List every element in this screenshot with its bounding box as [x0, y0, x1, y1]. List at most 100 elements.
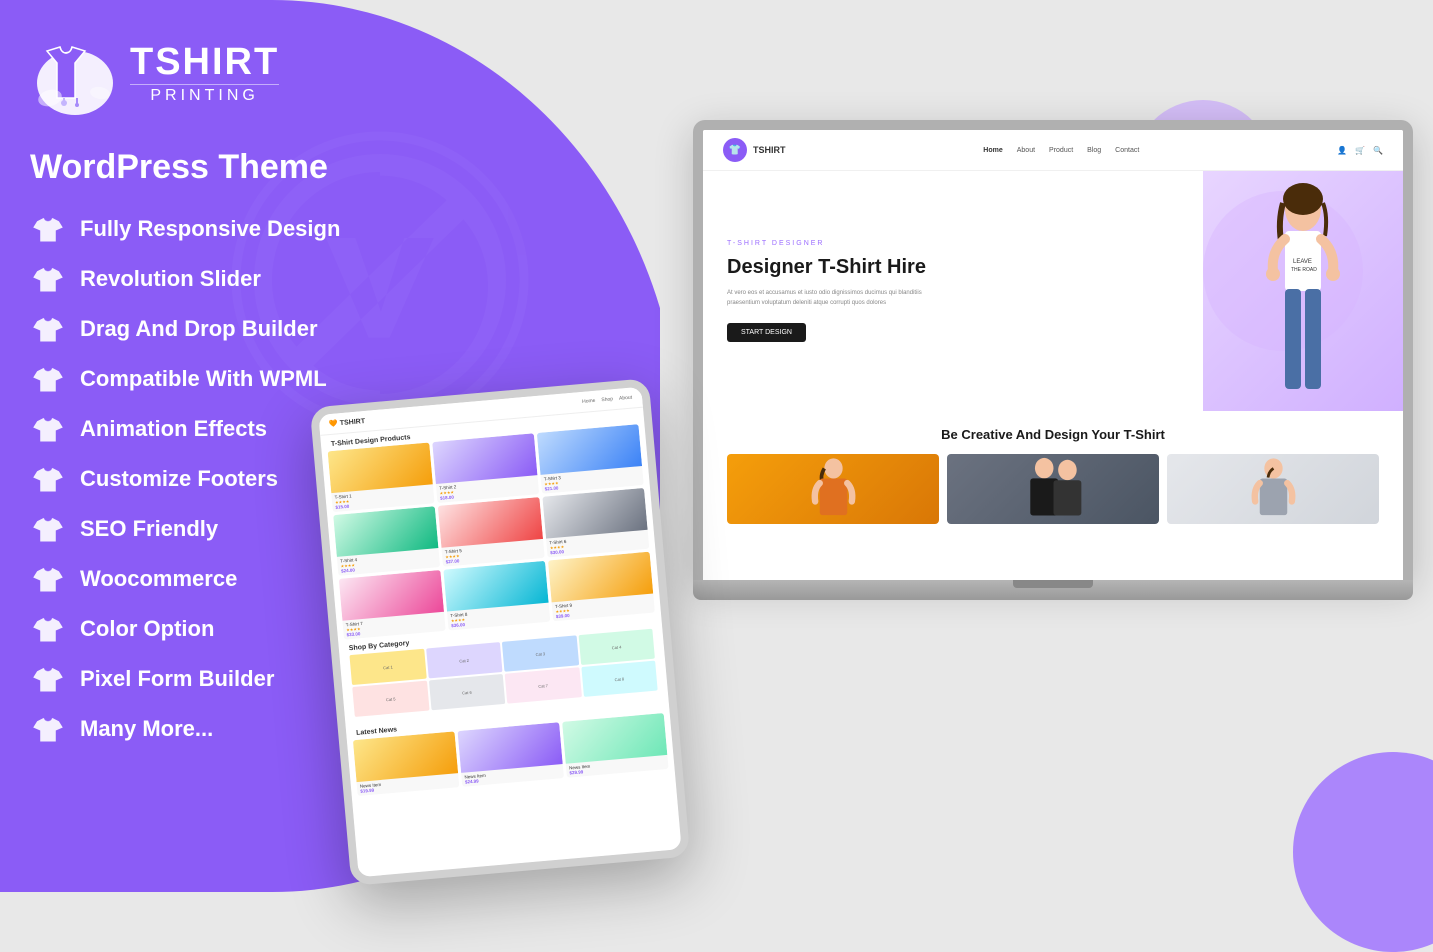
laptop-logo-icon: 👕	[723, 138, 747, 162]
laptop-hero-content: T-SHIRT DESIGNER Designer T-Shirt Hire A…	[703, 171, 1203, 411]
tablet-product-6: T-Shirt 7 ★★★★ $33.00	[339, 570, 446, 640]
tablet-product-1: T-Shirt 2 ★★★★ $18.00	[432, 433, 539, 503]
tablet-product-7: T-Shirt 8 ★★★★ $36.00	[443, 561, 550, 631]
feature-item-pixel: Pixel Form Builder	[30, 655, 340, 703]
feature-tshirt-icon-color	[30, 611, 66, 647]
news-card-3: News Item $29.99	[562, 713, 668, 778]
tablet-cat-3: Cat 4	[578, 629, 655, 665]
wp-theme-heading: WordPress Theme	[30, 148, 328, 187]
cart-icon: 🛒	[1355, 146, 1365, 155]
tablet-product-0: T-Shirt 1 ★★★★ $15.00	[328, 442, 435, 512]
tablet-screen: 🧡 TSHIRT Home Shop About T-Shirt Design …	[318, 387, 681, 877]
feature-item-woo: Woocommerce	[30, 555, 340, 603]
feature-label-footers: Customize Footers	[80, 466, 278, 492]
feature-item-revolution: Revolution Slider	[30, 255, 340, 303]
user-icon: 👤	[1337, 146, 1347, 155]
feature-tshirt-icon-seo	[30, 511, 66, 547]
laptop-base	[693, 580, 1413, 600]
logo-area: TSHIRT PRINTING	[30, 28, 279, 118]
laptop-logo-text: TSHIRT	[753, 145, 786, 155]
feature-label-wpml: Compatible With WPML	[80, 366, 327, 392]
logo-icon	[30, 28, 120, 118]
feature-tshirt-icon-woo	[30, 561, 66, 597]
tablet-products-grid: T-Shirt 1 ★★★★ $15.00 T-Shirt 2 ★★★★ $18…	[322, 424, 661, 641]
tablet-product-5: T-Shirt 6 ★★★★ $30.00	[542, 488, 649, 558]
feature-tshirt-icon-more	[30, 711, 66, 747]
tablet-cat-5: Cat 6	[428, 674, 505, 710]
feature-item-wpml: Compatible With WPML	[30, 355, 340, 403]
laptop-navbar: 👕 TSHIRT Home About Product Blog Contact…	[703, 130, 1403, 171]
tablet-logo: 🧡 TSHIRT	[329, 417, 365, 428]
laptop-nav-icons: 👤 🛒 🔍	[1337, 146, 1383, 155]
svg-text:LEAVE: LEAVE	[1293, 259, 1312, 265]
laptop-hero-desc: At vero eos et accusamus et iusto odio d…	[727, 289, 947, 308]
feature-tshirt-icon-animation	[30, 411, 66, 447]
laptop-nav-home[interactable]: Home	[983, 147, 1002, 154]
svg-text:THE ROAD: THE ROAD	[1291, 267, 1317, 273]
laptop-logo-area: 👕 TSHIRT	[723, 138, 786, 162]
feature-item-more: Many More...	[30, 705, 340, 753]
news-card-2: News Item $24.99	[457, 722, 563, 787]
feature-tshirt-icon-drag-drop	[30, 311, 66, 347]
laptop-hero: T-SHIRT DESIGNER Designer T-Shirt Hire A…	[703, 171, 1403, 411]
laptop-frame: 👕 TSHIRT Home About Product Blog Contact…	[693, 120, 1413, 580]
feature-tshirt-icon-revolution	[30, 261, 66, 297]
feature-item-seo: SEO Friendly	[30, 505, 340, 553]
circle-decoration-bottom	[1293, 752, 1433, 952]
feature-tshirt-icon-footers	[30, 461, 66, 497]
news-card-1: News Item $19.99	[353, 731, 459, 796]
feature-tshirt-icon-responsive	[30, 211, 66, 247]
feature-label-animation: Animation Effects	[80, 416, 267, 442]
feature-item-responsive: Fully Responsive Design	[30, 205, 340, 253]
tablet-cat-2: Cat 3	[502, 635, 579, 671]
tablet-product-4: T-Shirt 5 ★★★★ $27.00	[438, 497, 545, 567]
laptop-section-title: Be Creative And Design Your T-Shirt	[727, 427, 1379, 442]
laptop-second-section: Be Creative And Design Your T-Shirt	[703, 411, 1403, 536]
laptop-product-card-1	[727, 454, 939, 524]
tablet-nav: Home Shop About	[582, 395, 632, 405]
laptop-nav-product[interactable]: Product	[1049, 147, 1073, 154]
tablet-frame: 🧡 TSHIRT Home Shop About T-Shirt Design …	[310, 378, 691, 886]
logo-printing: PRINTING	[130, 84, 279, 104]
feature-label-more: Many More...	[80, 716, 213, 742]
laptop-screen: 👕 TSHIRT Home About Product Blog Contact…	[703, 130, 1403, 580]
laptop-nav-links: Home About Product Blog Contact	[983, 147, 1139, 154]
logo-text: TSHIRT PRINTING	[130, 43, 279, 104]
tablet-cat-4: Cat 5	[352, 681, 429, 717]
logo-tshirt: TSHIRT	[130, 43, 279, 81]
laptop-hero-title: Designer T-Shirt Hire	[727, 255, 1179, 279]
feature-item-color: Color Option	[30, 605, 340, 653]
laptop-product-card-2	[947, 454, 1159, 524]
laptop-nav-blog[interactable]: Blog	[1087, 147, 1101, 154]
laptop-product-row	[727, 454, 1379, 524]
feature-item-drag-drop: Drag And Drop Builder	[30, 305, 340, 353]
laptop-mockup: 👕 TSHIRT Home About Product Blog Contact…	[693, 120, 1413, 620]
laptop-hero-image: LEAVE THE ROAD	[1203, 171, 1403, 411]
feature-label-pixel: Pixel Form Builder	[80, 666, 274, 692]
tablet-cat-6: Cat 7	[505, 667, 582, 703]
feature-tshirt-icon-wpml	[30, 361, 66, 397]
feature-item-animation: Animation Effects	[30, 405, 340, 453]
laptop-nav-contact[interactable]: Contact	[1115, 147, 1139, 154]
feature-label-revolution: Revolution Slider	[80, 266, 261, 292]
feature-tshirt-icon-pixel	[30, 661, 66, 697]
feature-item-footers: Customize Footers	[30, 455, 340, 503]
features-list: Fully Responsive Design Revolution Slide…	[30, 205, 340, 753]
tablet-mockup: 🧡 TSHIRT Home Shop About T-Shirt Design …	[330, 392, 670, 872]
tablet-product-3: T-Shirt 4 ★★★★ $24.00	[333, 506, 440, 576]
feature-label-woo: Woocommerce	[80, 566, 237, 592]
feature-label-drag-drop: Drag And Drop Builder	[80, 316, 318, 342]
laptop-product-card-3	[1167, 454, 1379, 524]
tablet-cat-1: Cat 2	[426, 642, 503, 678]
tablet-product-2: T-Shirt 3 ★★★★ $21.00	[537, 424, 644, 494]
laptop-notch	[1013, 580, 1093, 588]
laptop-cta-button[interactable]: START DESIGN	[727, 323, 806, 342]
laptop-hero-subtitle: T-SHIRT DESIGNER	[727, 240, 1179, 247]
feature-label-responsive: Fully Responsive Design	[80, 216, 340, 242]
tablet-cat-0: Cat 1	[349, 649, 426, 685]
laptop-nav-about[interactable]: About	[1017, 147, 1035, 154]
tablet-product-8: T-Shirt 9 ★★★★ $39.00	[548, 552, 655, 622]
tablet-cat-7: Cat 8	[581, 661, 658, 697]
search-icon: 🔍	[1373, 146, 1383, 155]
feature-label-seo: SEO Friendly	[80, 516, 218, 542]
